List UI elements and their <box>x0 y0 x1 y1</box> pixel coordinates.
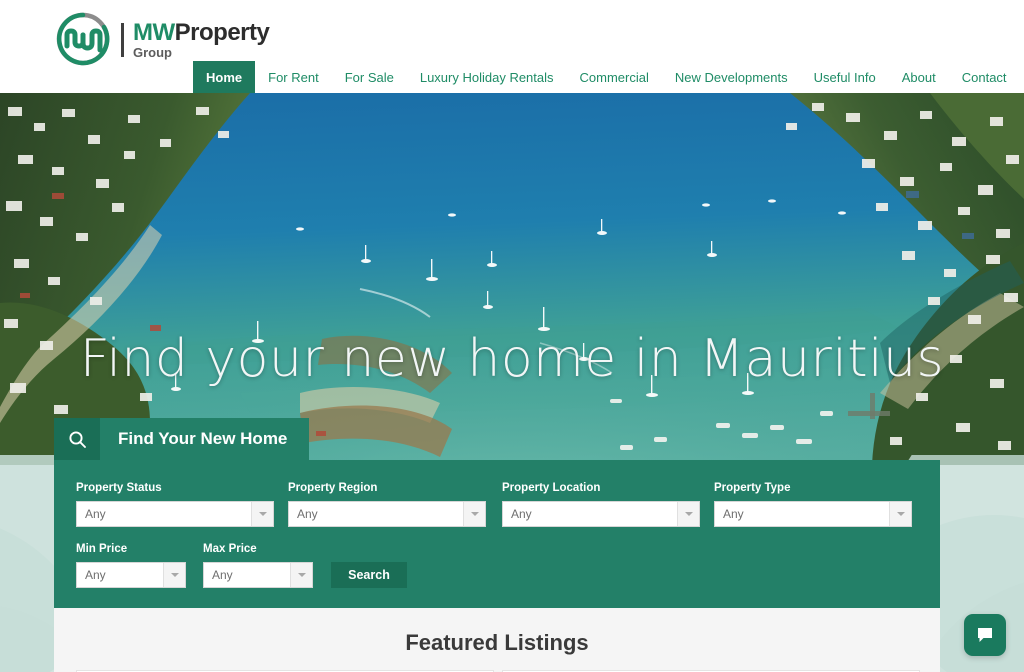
select-property-location[interactable]: Any <box>502 501 700 527</box>
logo-divider <box>121 23 124 57</box>
field-submit: Search <box>331 543 407 588</box>
select-property-status[interactable]: Any <box>76 501 274 527</box>
chevron-down-icon[interactable] <box>889 502 911 526</box>
nav-item-new-developments[interactable]: New Developments <box>662 61 801 93</box>
nav-item-about[interactable]: About <box>889 61 949 93</box>
search-button[interactable]: Search <box>331 562 407 588</box>
logo-wordmark: MWProperty Group <box>133 19 270 60</box>
featured-listings-section: Featured Listings <box>0 608 1024 672</box>
logo-text-property: Property <box>174 19 270 46</box>
chevron-down-icon[interactable] <box>290 563 312 587</box>
select-property-region[interactable]: Any <box>288 501 486 527</box>
label-min-price: Min Price <box>76 543 128 555</box>
label-property-region: Property Region <box>288 482 378 494</box>
chevron-down-icon[interactable] <box>677 502 699 526</box>
nav-item-for-rent[interactable]: For Rent <box>255 61 332 93</box>
page-root: Find your new home in Mauritius MWProper… <box>0 0 1024 672</box>
select-property-status-value: Any <box>77 502 251 526</box>
field-property-location: Property Location Any <box>502 482 714 527</box>
search-field-row-price: Min Price Any Max Price Any Search <box>76 543 920 588</box>
select-min-price[interactable]: Any <box>76 562 186 588</box>
featured-listings-title: Featured Listings <box>405 630 589 655</box>
label-property-location: Property Location <box>502 482 601 494</box>
chat-bubble-icon <box>978 628 992 642</box>
property-search-form: Property Status Any Property Region Any … <box>54 460 940 608</box>
field-property-status: Property Status Any <box>76 482 288 527</box>
nav-item-contact[interactable]: Contact <box>949 61 1020 93</box>
select-property-type[interactable]: Any <box>714 501 912 527</box>
hero-title: Find your new home in Mauritius <box>79 329 945 389</box>
field-property-type: Property Type Any <box>714 482 914 527</box>
hero-banner: Find your new home in Mauritius <box>0 93 1024 465</box>
label-property-type: Property Type <box>714 482 791 494</box>
site-header: MWProperty Group Home For Rent For Sale … <box>0 0 1024 93</box>
logo-text-group: Group <box>133 45 172 60</box>
select-min-price-value: Any <box>77 563 163 587</box>
select-property-type-value: Any <box>715 502 889 526</box>
label-property-status: Property Status <box>76 482 162 494</box>
nav-item-for-sale[interactable]: For Sale <box>332 61 407 93</box>
field-property-region: Property Region Any <box>288 482 502 527</box>
search-panel-title: Find Your New Home <box>100 418 310 460</box>
select-property-region-value: Any <box>289 502 463 526</box>
field-max-price: Max Price Any <box>203 543 331 588</box>
featured-listings-container: Featured Listings <box>54 608 940 672</box>
search-field-row-primary: Property Status Any Property Region Any … <box>76 482 920 527</box>
nav-item-luxury-holiday-rentals[interactable]: Luxury Holiday Rentals <box>407 61 567 93</box>
chevron-down-icon[interactable] <box>251 502 273 526</box>
nav-item-useful-info[interactable]: Useful Info <box>801 61 889 93</box>
site-logo[interactable]: MWProperty Group <box>54 10 270 68</box>
field-min-price: Min Price Any <box>76 543 203 588</box>
search-icon <box>54 418 100 460</box>
chevron-down-icon[interactable] <box>163 563 185 587</box>
hero-image <box>0 93 1024 465</box>
label-max-price: Max Price <box>203 543 257 555</box>
select-max-price-value: Any <box>204 563 290 587</box>
select-property-location-value: Any <box>503 502 677 526</box>
select-max-price[interactable]: Any <box>203 562 313 588</box>
nav-item-home[interactable]: Home <box>193 61 256 93</box>
search-panel-tab[interactable]: Find Your New Home <box>54 418 310 460</box>
logo-text-mw: MW <box>133 19 175 46</box>
main-navigation: Home For Rent For Sale Luxury Holiday Re… <box>193 61 1020 93</box>
chevron-down-icon[interactable] <box>463 502 485 526</box>
mw-circle-logo-icon <box>54 10 112 68</box>
nav-item-commercial[interactable]: Commercial <box>567 61 662 93</box>
chat-widget-button[interactable] <box>964 614 1006 656</box>
